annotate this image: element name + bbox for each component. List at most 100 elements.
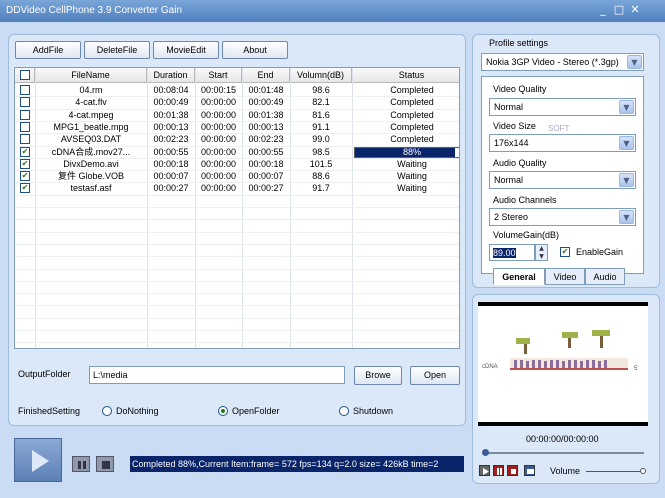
spin-down-icon[interactable]: ▼ <box>536 253 547 261</box>
cell-file: AVSEQ03.DAT <box>60 134 122 145</box>
preview-time: 00:00:00/00:00:00 <box>526 434 599 444</box>
cell-start: 00:00:00 <box>200 109 237 120</box>
preview-frame-image <box>510 330 628 370</box>
header-select-all[interactable] <box>15 68 35 83</box>
spin-up-icon[interactable]: ▲ <box>536 245 547 253</box>
cell-volume: 101.5 <box>309 158 333 169</box>
cell-end: 00:00:27 <box>248 183 284 194</box>
do-nothing-label[interactable]: DoNothing <box>116 406 159 416</box>
do-nothing-radio[interactable] <box>102 406 112 416</box>
preview-play-button[interactable] <box>479 465 490 476</box>
volume-gain-spinner[interactable]: ▲ ▼ <box>535 244 548 261</box>
tab-video[interactable]: Video <box>545 268 585 285</box>
cell-duration: 00:00:18 <box>153 158 189 169</box>
window-title: DDVideo CellPhone 3.9 Converter Gain <box>6 5 183 16</box>
table-row[interactable]: AVSEQ03.DAT 00:02:23 00:00:00 00:02:23 99.0 C… <box>15 133 459 145</box>
open-folder-label[interactable]: OpenFolder <box>232 406 280 416</box>
table-row[interactable]: 4-cat.mpeg 00:01:38 00:00:00 00:01:38 81.6 Co… <box>15 109 459 121</box>
convert-play-button[interactable] <box>14 438 62 482</box>
audio-quality-select[interactable]: Normal ▼ <box>489 171 636 189</box>
maximize-button[interactable]: □ <box>612 3 626 16</box>
volume-track[interactable] <box>586 471 644 472</box>
shutdown-label[interactable]: Shutdown <box>353 406 393 416</box>
row-checkbox[interactable] <box>20 109 30 120</box>
preview-caption-left: cDNA <box>482 364 498 370</box>
video-size-select[interactable]: 176x144 ▼ <box>489 134 636 152</box>
cell-end: 00:01:48 <box>248 85 284 95</box>
cell-end: 00:00:13 <box>248 121 284 132</box>
pause-button[interactable] <box>72 456 90 472</box>
title-bar: DDVideo CellPhone 3.9 Converter Gain _ □… <box>0 0 665 22</box>
row-checkbox[interactable] <box>20 97 30 108</box>
add-file-button[interactable]: AddFile <box>15 41 81 59</box>
header-duration[interactable]: Duration <box>147 68 195 83</box>
close-button[interactable]: ✕ <box>628 3 642 16</box>
table-row[interactable]: 4-cat.flv 00:00:49 00:00:00 00:00:49 82.1 Com… <box>15 96 459 108</box>
header-filename[interactable]: FileName <box>35 68 147 83</box>
cell-status: Completed <box>390 85 434 95</box>
volume-gain-input[interactable]: 89.00 <box>489 244 535 261</box>
header-end[interactable]: End <box>242 68 290 83</box>
select-all-checkbox[interactable] <box>20 70 30 80</box>
cell-end: 00:00:07 <box>248 171 284 182</box>
table-row[interactable]: ✔ cDNA合成.mov27... 00:00:55 00:00:00 00:00:55… <box>15 146 459 158</box>
enable-gain-label[interactable]: EnableGain <box>576 247 623 257</box>
chevron-down-icon: ▼ <box>619 173 634 187</box>
open-folder-radio[interactable] <box>218 406 228 416</box>
tab-general[interactable]: General <box>493 268 545 285</box>
cell-volume: 91.7 <box>312 183 330 194</box>
file-table[interactable]: FileName Duration Start End Volumn(dB) S… <box>14 67 460 349</box>
cell-file: 复件 Globe.VOB <box>57 171 125 182</box>
header-volume[interactable]: Volumn(dB) <box>290 68 352 83</box>
movie-edit-button[interactable]: MovieEdit <box>153 41 219 59</box>
header-start[interactable]: Start <box>195 68 242 83</box>
play-icon <box>483 468 489 475</box>
header-status[interactable]: Status <box>352 68 459 83</box>
table-row[interactable]: 04.rm 00:08:04 00:00:15 00:01:48 98.6 Complet… <box>15 84 459 96</box>
delete-file-button[interactable]: DeleteFile <box>84 41 150 59</box>
table-row[interactable]: ✔ testasf.asf 00:00:27 00:00:00 00:00:27 91.7… <box>15 182 459 194</box>
shutdown-radio[interactable] <box>339 406 349 416</box>
video-quality-label: Video Quality <box>493 84 547 94</box>
audio-channels-select[interactable]: 2 Stereo ▼ <box>489 208 636 226</box>
about-button[interactable]: About <box>222 41 288 59</box>
cell-volume: 91.1 <box>312 121 330 132</box>
table-row[interactable]: MPG1_beatle.mpg 00:00:13 00:00:00 00:00:13 9… <box>15 121 459 133</box>
minimize-button[interactable]: _ <box>596 3 610 16</box>
volume-gain-label: VolumeGain(dB) <box>493 230 560 240</box>
seek-track[interactable] <box>484 452 644 454</box>
row-checkbox[interactable]: ✔ <box>20 183 30 194</box>
stop-icon <box>511 469 516 474</box>
cell-volume: 98.5 <box>312 146 330 157</box>
chevron-down-icon: ▼ <box>627 55 642 69</box>
cell-duration: 00:01:38 <box>153 109 189 120</box>
video-quality-value: Normal <box>494 102 524 112</box>
cell-status: Waiting <box>397 171 427 182</box>
output-folder-input[interactable]: L:\media <box>89 366 345 384</box>
row-checkbox[interactable] <box>20 134 30 145</box>
open-button[interactable]: Open <box>410 366 460 385</box>
table-row[interactable]: ✔ DivxDemo.avi 00:00:18 00:00:00 00:00:18 101… <box>15 158 459 170</box>
row-checkbox[interactable]: ✔ <box>20 146 30 157</box>
row-checkbox[interactable]: ✔ <box>20 158 30 169</box>
stop-button[interactable] <box>96 456 114 472</box>
snapshot-button[interactable] <box>524 465 535 476</box>
pause-icon <box>497 468 502 475</box>
row-checkbox[interactable] <box>20 85 30 95</box>
browse-button[interactable]: Browe <box>354 366 402 385</box>
row-checkbox[interactable]: ✔ <box>20 171 30 182</box>
output-folder-label: OutputFolder <box>18 369 71 379</box>
profile-select[interactable]: Nokia 3GP Video - Stereo (*.3gp) ▼ <box>481 53 644 71</box>
audio-quality-label: Audio Quality <box>493 158 547 168</box>
video-quality-select[interactable]: Normal ▼ <box>489 98 636 116</box>
volume-handle[interactable] <box>640 468 646 474</box>
seek-handle[interactable] <box>482 449 489 456</box>
cell-duration: 00:02:23 <box>153 134 189 145</box>
tab-audio[interactable]: Audio <box>585 268 625 285</box>
row-checkbox[interactable] <box>20 121 30 132</box>
preview-stop-button[interactable] <box>507 465 518 476</box>
table-row[interactable]: ✔ 复件 Globe.VOB 00:00:07 00:00:00 00:00:07 88.… <box>15 170 459 182</box>
preview-pause-button[interactable] <box>493 465 504 476</box>
enable-gain-checkbox[interactable]: ✔ <box>560 247 570 257</box>
camera-icon <box>527 469 534 474</box>
